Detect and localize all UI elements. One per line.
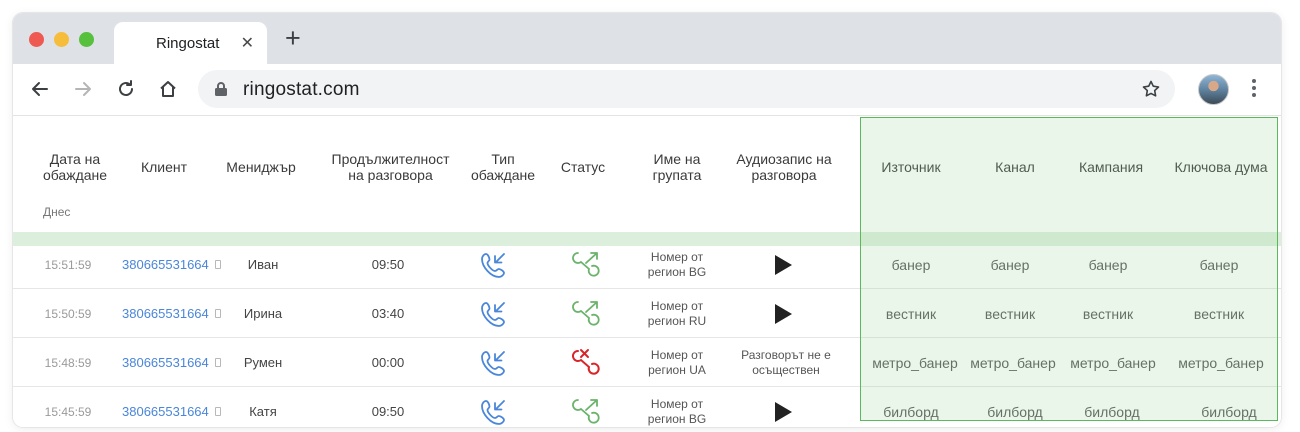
call-duration: 00:00 [371,355,405,370]
client-phone-link[interactable]: 380665531664 [122,338,232,387]
incoming-call-icon [473,387,513,427]
header-channel: Канал [995,159,1035,175]
copy-icon[interactable] [214,407,221,416]
utm-channel: вестник [984,305,1036,322]
maximize-window-button[interactable] [79,32,94,47]
call-success-icon [563,387,607,427]
call-duration: 09:50 [371,404,405,419]
utm-channel: билборд [987,403,1043,420]
tab-title: Ringostat [156,35,220,52]
play-icon[interactable] [768,387,798,427]
reload-button[interactable] [112,75,140,103]
close-window-button[interactable] [29,32,44,47]
client-phone-number[interactable]: 380665531664 [122,404,209,419]
utm-campaign: вестник [1082,305,1134,322]
header-client: Клиент [140,159,188,175]
call-time: 15:48:59 [44,355,92,370]
header-duration: Продължителност на разговора [331,151,450,183]
utm-keyword: метро_банер [1178,354,1264,371]
utm-source: метро_банер [872,354,958,371]
incoming-call-icon [473,240,513,289]
header-group: Име на групата [652,151,702,183]
manager-name: Ирина [243,306,283,321]
client-phone-link[interactable]: 380665531664 [122,240,232,289]
manager-name: Румен [243,355,283,370]
utm-keyword: банер [1199,256,1239,273]
group-name: Номер от регион UA [648,347,706,377]
utm-source: вестник [885,305,937,322]
client-phone-number[interactable]: 380665531664 [122,306,209,321]
star-icon[interactable] [1141,79,1161,99]
today-label: Днес [43,205,71,219]
client-phone-number[interactable]: 380665531664 [122,257,209,272]
copy-icon[interactable] [214,260,221,269]
tab-bar: Ringostat ✕ + [13,13,1281,64]
incoming-call-icon [473,338,513,387]
table-row[interactable]: 15:50:59 380665531664 Ирина 03:40 Номер … [13,289,1281,338]
call-time: 15:51:59 [44,257,92,272]
utm-channel: банер [990,256,1030,273]
client-phone-number[interactable]: 380665531664 [122,355,209,370]
browser-window: Ringostat ✕ + ringostat.com Дата на обаж… [13,13,1281,427]
header-audio: Аудиозапис на разговора [736,151,832,183]
call-duration: 09:50 [371,257,405,272]
manager-name: Катя [249,404,277,419]
header-call-type: Тип обаждане [470,151,536,183]
call-time: 15:45:59 [44,404,92,419]
more-vert-icon[interactable] [1251,79,1257,99]
calls-table: Дата на обаждане Клиент Мениджър Продълж… [13,117,1281,427]
home-icon [160,81,176,97]
utm-campaign: метро_банер [1070,354,1156,371]
call-duration: 03:40 [371,306,405,321]
call-success-icon [563,240,607,289]
utm-source: билборд [883,403,939,420]
copy-icon[interactable] [214,309,221,318]
header-manager: Мениджър [226,159,296,175]
home-button[interactable] [154,75,182,103]
utm-campaign: банер [1088,256,1128,273]
profile-avatar[interactable] [1198,74,1229,105]
table-row[interactable]: 15:48:59 380665531664 Румен 00:00 Номер … [13,338,1281,387]
audio-unavailable-text: Разговорът не е осъществен [741,347,831,377]
play-icon[interactable] [768,289,798,338]
call-failed-icon [563,338,607,387]
call-success-icon [563,289,607,338]
new-tab-button[interactable]: + [285,25,301,52]
address-bar[interactable]: ringostat.com [198,70,1175,108]
back-button[interactable] [26,75,54,103]
arrow-right-icon [75,82,91,96]
group-name: Номер от регион RU [647,298,707,328]
client-phone-link[interactable]: 380665531664 [122,387,232,427]
client-phone-link[interactable]: 380665531664 [122,289,232,338]
play-icon[interactable] [768,240,798,289]
utm-keyword: билборд [1201,403,1257,420]
table-row[interactable]: 15:51:59 380665531664 Иван 09:50 Номер о… [13,240,1281,289]
browser-tab[interactable]: Ringostat ✕ [114,22,267,64]
header-date: Дата на обаждане [42,151,108,183]
header-source: Източник [881,159,941,175]
group-name: Номер от регион BG [647,396,707,426]
incoming-call-icon [473,289,513,338]
utm-keyword: вестник [1193,305,1245,322]
utm-campaign: билборд [1084,403,1140,420]
minimize-window-button[interactable] [54,32,69,47]
manager-name: Иван [247,257,279,272]
lock-icon [215,82,227,96]
utm-channel: метро_банер [970,354,1056,371]
table-row[interactable]: 15:45:59 380665531664 Катя 09:50 Номер о… [13,387,1281,427]
url-text[interactable]: ringostat.com [243,79,360,101]
copy-icon[interactable] [214,358,221,367]
header-keyword: Ключова дума [1174,159,1268,175]
header-campaign: Кампания [1078,159,1144,175]
reload-icon [119,80,133,96]
browser-toolbar: ringostat.com [13,64,1281,116]
arrow-left-icon [32,82,48,96]
call-time: 15:50:59 [44,306,92,321]
group-name: Номер от регион BG [647,249,707,279]
utm-source: банер [891,256,931,273]
forward-button[interactable] [69,75,97,103]
tab-close-icon[interactable]: ✕ [241,33,254,53]
header-status: Статус [560,159,606,175]
